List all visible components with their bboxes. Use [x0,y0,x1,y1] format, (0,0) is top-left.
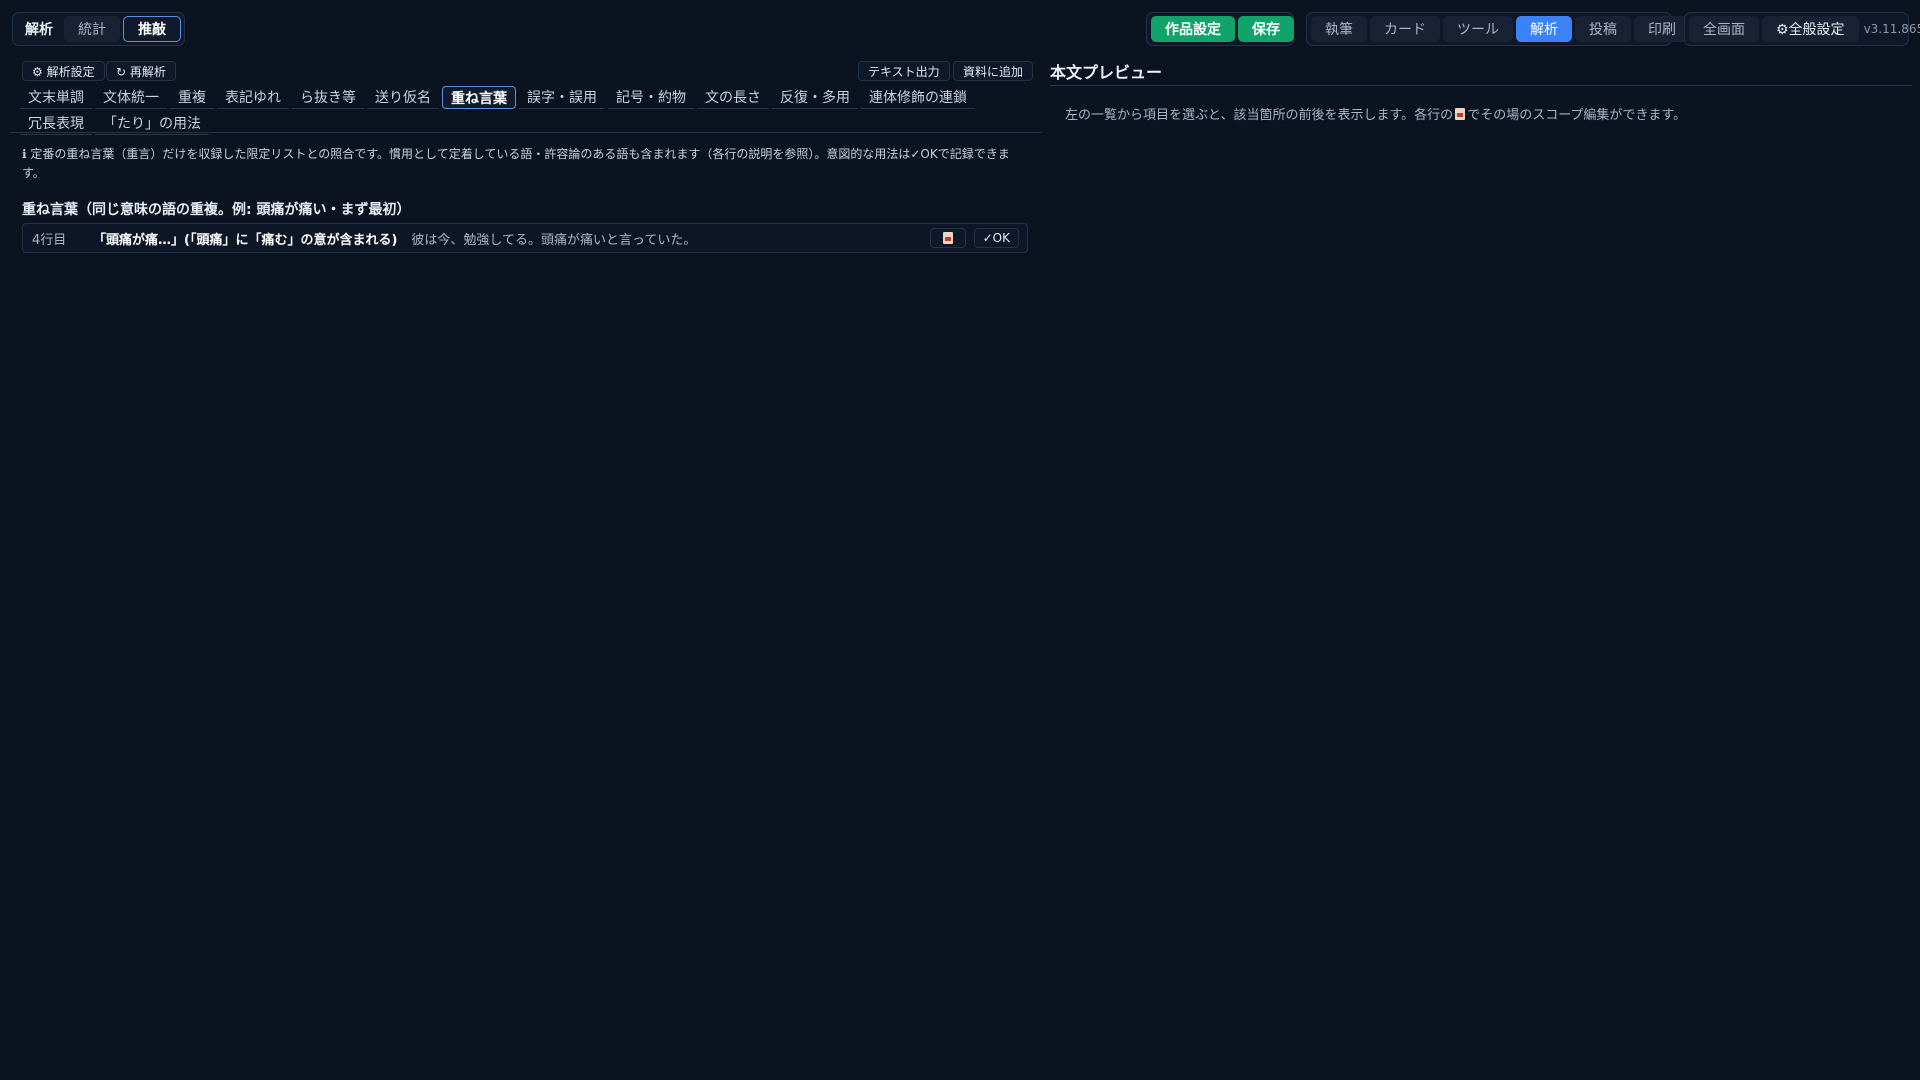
tab-redundant-words[interactable]: 重ね言葉 [442,86,516,109]
result-line-number: 4行目 [32,232,67,248]
view-tools[interactable]: ツール [1443,16,1513,42]
tab-divider [10,132,1042,133]
fullscreen-button[interactable]: 全画面 [1689,16,1759,42]
tab-notation-variance[interactable]: 表記ゆれ [217,86,289,109]
tab-row-1: 文末単調 文体統一 重複 表記ゆれ ら抜き等 送り仮名 重ね言葉 誤字・誤用 記… [20,86,1045,110]
version-label: v3.11.865 [1863,22,1920,36]
tab-modifier-chain[interactable]: 連体修飾の連鎖 [861,86,975,109]
view-switcher: 執筆 カード ツール 解析 投稿 印刷 [1306,12,1690,46]
preview-instructions: 左の一覧から項目を選ぶと、該当箇所の前後を表示します。各行の でその場のスコープ編… [1065,104,1686,123]
global-group: 全画面 ⚙全般設定 v3.11.865 [1684,12,1920,46]
view-submit[interactable]: 投稿 [1575,16,1631,42]
document-icon [1455,108,1466,120]
analysis-panel: ⚙ 解析設定 ↻ 再解析 テキスト出力 資料に追加 文末単調 文体統一 重複 表… [10,56,1045,1080]
result-context: 彼は今、勉強してる。頭痛が痛いと言っていた。 [411,232,697,248]
document-icon [942,232,953,244]
result-term: 「頭痛が痛…」(「頭痛」に「痛む」の意が含まれる) [93,232,398,248]
analysis-settings-button[interactable]: ⚙ 解析設定 [22,61,105,81]
view-print[interactable]: 印刷 [1634,16,1690,42]
view-writing[interactable]: 執筆 [1311,16,1367,42]
save-button[interactable]: 保存 [1238,16,1294,42]
project-settings-button[interactable]: 作品設定 [1151,16,1235,42]
mode-revision[interactable]: 推敲 [123,16,181,42]
reanalyze-button[interactable]: ↻ 再解析 [106,61,176,81]
tab-typo-misuse[interactable]: 誤字・誤用 [519,86,605,109]
mode-statistics[interactable]: 統計 [64,16,120,42]
check-tabs: 文末単調 文体統一 重複 表記ゆれ ら抜き等 送り仮名 重ね言葉 誤字・誤用 記… [20,86,1045,138]
add-material-button[interactable]: 資料に追加 [953,61,1034,81]
tab-symbols[interactable]: 記号・約物 [608,86,694,109]
view-card[interactable]: カード [1370,16,1440,42]
tab-style-unify[interactable]: 文体統一 [95,86,167,109]
tab-duplicate[interactable]: 重複 [170,86,214,109]
view-analysis[interactable]: 解析 [1516,16,1572,42]
tab-okurigana[interactable]: 送り仮名 [367,86,439,109]
section-title: 重ね言葉（同じ意味の語の重複。例: 頭痛が痛い・まず最初） [22,202,411,218]
global-settings-button[interactable]: ⚙全般設定 [1762,16,1859,42]
preview-text-after: でその場のスコープ編集ができます。 [1467,108,1687,123]
mode-switcher: 解析 統計 推敲 [12,12,185,46]
result-row[interactable]: 4行目 「頭痛が痛…」(「頭痛」に「痛む」の意が含まれる) 彼は今、勉強してる。… [22,223,1028,253]
preview-text-before: 左の一覧から項目を選ぶと、該当箇所の前後を表示します。各行の [1065,108,1454,123]
project-group: 作品設定 保存 [1146,12,1294,46]
tab-ra-nuki[interactable]: ら抜き等 [292,86,364,109]
text-export-button[interactable]: テキスト出力 [858,61,950,81]
analysis-toolbar: ⚙ 解析設定 ↻ 再解析 テキスト出力 資料に追加 [22,61,1042,83]
top-bar: 解析 統計 推敲 作品設定 保存 執筆 カード ツール 解析 投稿 印刷 全画面… [0,0,1920,56]
scope-edit-button[interactable] [929,228,966,248]
tab-repetition[interactable]: 反復・多用 [772,86,858,109]
preview-panel: 本文プレビュー 左の一覧から項目を選ぶと、該当箇所の前後を表示します。各行の でそ… [1050,56,1914,1080]
preview-title: 本文プレビュー [1050,56,1912,86]
tab-sentence-length[interactable]: 文の長さ [697,86,769,109]
tab-ending-monotony[interactable]: 文末単調 [20,86,92,109]
ok-button[interactable]: ✓OK [973,228,1019,248]
info-note: ℹ 定番の重ね言葉（重言）だけを収録した限定リストとの照合です。慣用として定着し… [22,147,1010,180]
mode-analysis[interactable]: 解析 [17,16,61,42]
